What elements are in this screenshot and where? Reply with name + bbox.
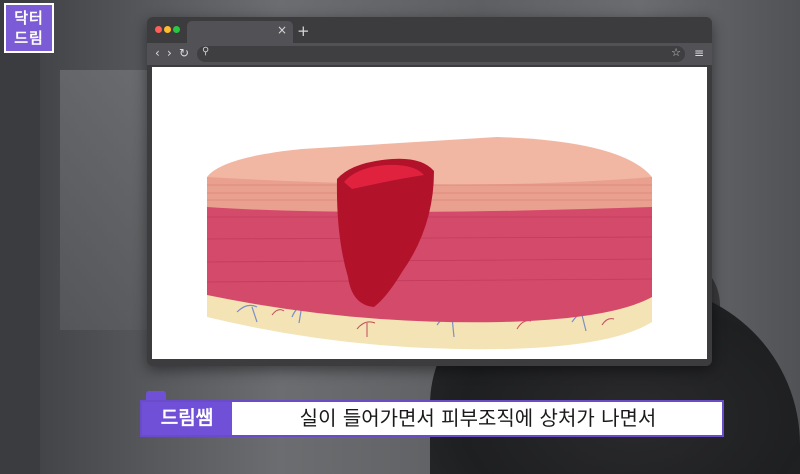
reload-icon[interactable]: ↻ [179,46,189,60]
channel-logo: 닥터 드림 [4,3,54,53]
subtitle-text: 실이 들어가면서 피부조직에 상처가 나면서 [299,406,657,430]
browser-window: × + ‹ › ↻ ⚲ ☆ ≡ [147,17,712,366]
menu-icon[interactable]: ≡ [694,46,704,60]
tab-close-icon[interactable]: × [277,23,287,37]
new-tab-icon[interactable]: + [297,22,310,40]
background-window [60,70,150,330]
page-viewport [152,67,707,359]
close-window-dot[interactable] [155,26,162,33]
browser-tab[interactable]: × [187,21,293,43]
minimize-window-dot[interactable] [164,26,171,33]
logo-line-1: 닥터 [14,9,44,27]
bookmark-star-icon[interactable]: ☆ [671,46,681,59]
back-icon[interactable]: ‹ [155,46,160,60]
address-bar[interactable]: ⚲ ☆ [197,46,685,62]
maximize-window-dot[interactable] [173,26,180,33]
speaker-label: 드림쌤 [142,402,232,435]
search-icon: ⚲ [202,46,210,57]
background-wall [0,0,40,474]
browser-toolbar: ‹ › ↻ ⚲ ☆ ≡ [147,43,712,65]
forward-icon[interactable]: › [167,46,172,60]
skin-wound-illustration [206,137,653,350]
subtitle-bar: 드림쌤 실이 들어가면서 피부조직에 상처가 나면서 [140,400,724,437]
tab-bar: × + [147,17,712,43]
logo-line-2: 드림 [14,29,44,47]
